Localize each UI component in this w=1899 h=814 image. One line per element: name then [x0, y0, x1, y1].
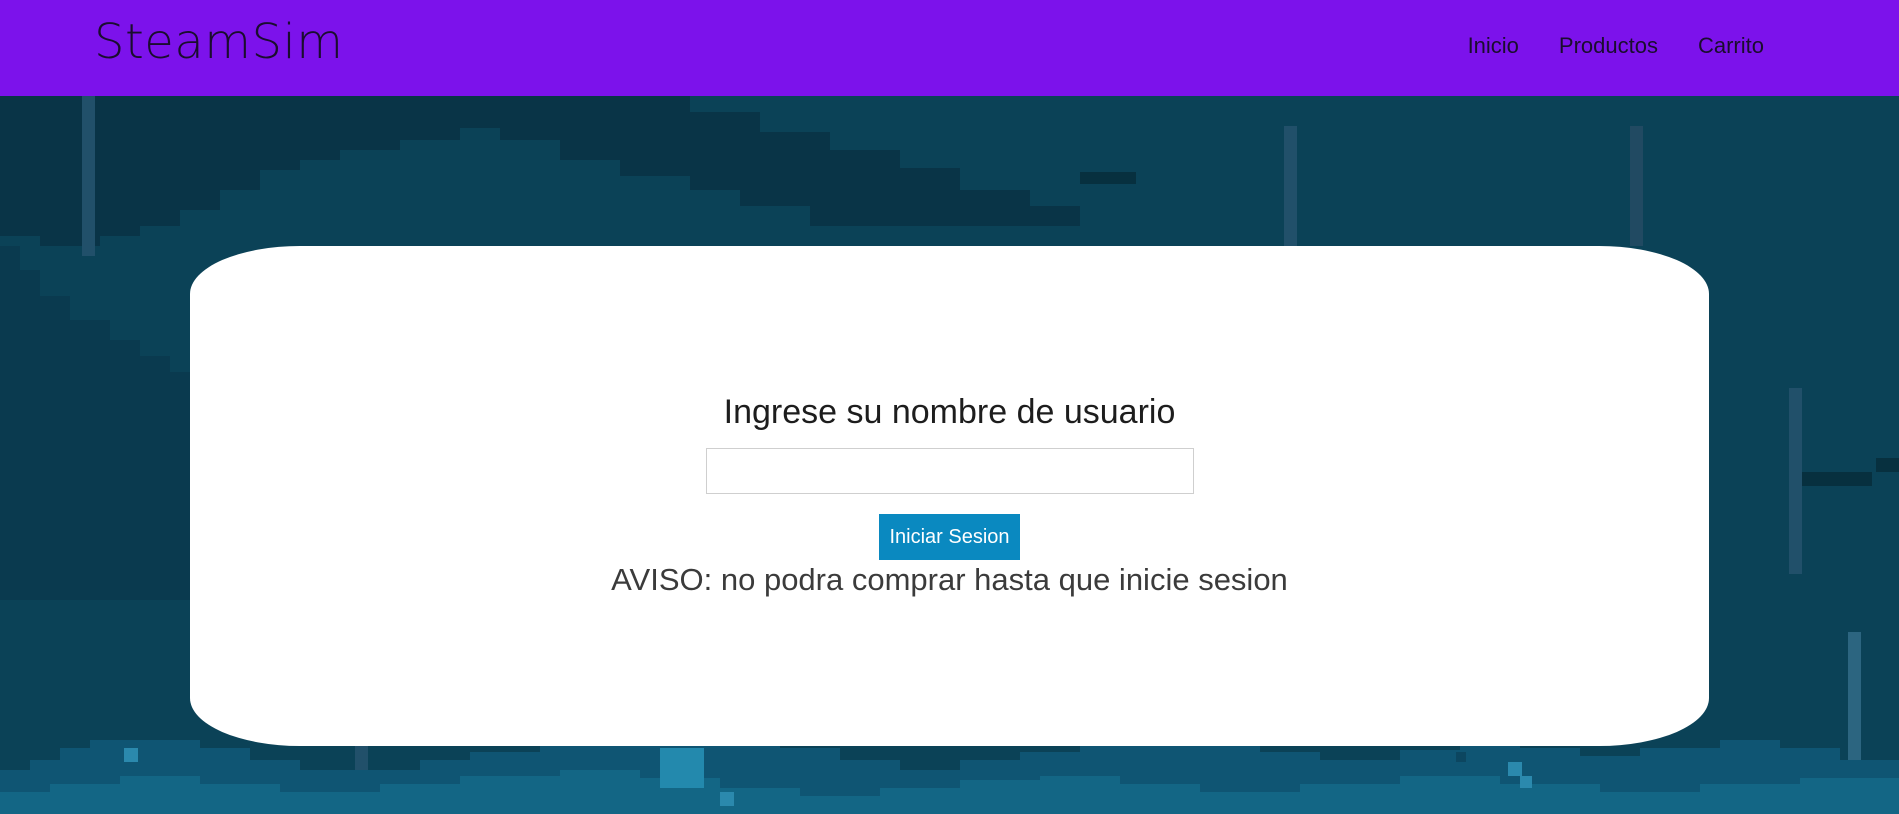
- login-heading: Ingrese su nombre de usuario: [723, 393, 1176, 431]
- nav-links: Inicio Productos Carrito: [1448, 30, 1784, 62]
- brand-logo[interactable]: SteamSim: [94, 12, 344, 72]
- login-form: Ingrese su nombre de usuario Iniciar Ses…: [190, 390, 1709, 600]
- nav-link-inicio[interactable]: Inicio: [1448, 30, 1539, 62]
- nav-link-carrito[interactable]: Carrito: [1678, 30, 1784, 62]
- nav-link-productos[interactable]: Productos: [1539, 30, 1678, 62]
- navbar: SteamSim Inicio Productos Carrito: [0, 0, 1899, 96]
- nav-item-inicio: Inicio: [1448, 30, 1539, 62]
- nav-item-productos: Productos: [1539, 30, 1678, 62]
- username-input[interactable]: [705, 448, 1194, 494]
- nav-item-carrito: Carrito: [1678, 30, 1784, 62]
- login-card: Ingrese su nombre de usuario Iniciar Ses…: [190, 246, 1709, 746]
- login-button[interactable]: Iniciar Sesion: [879, 514, 1020, 560]
- login-notice: AVISO: no podra comprar hasta que inicie…: [611, 562, 1288, 597]
